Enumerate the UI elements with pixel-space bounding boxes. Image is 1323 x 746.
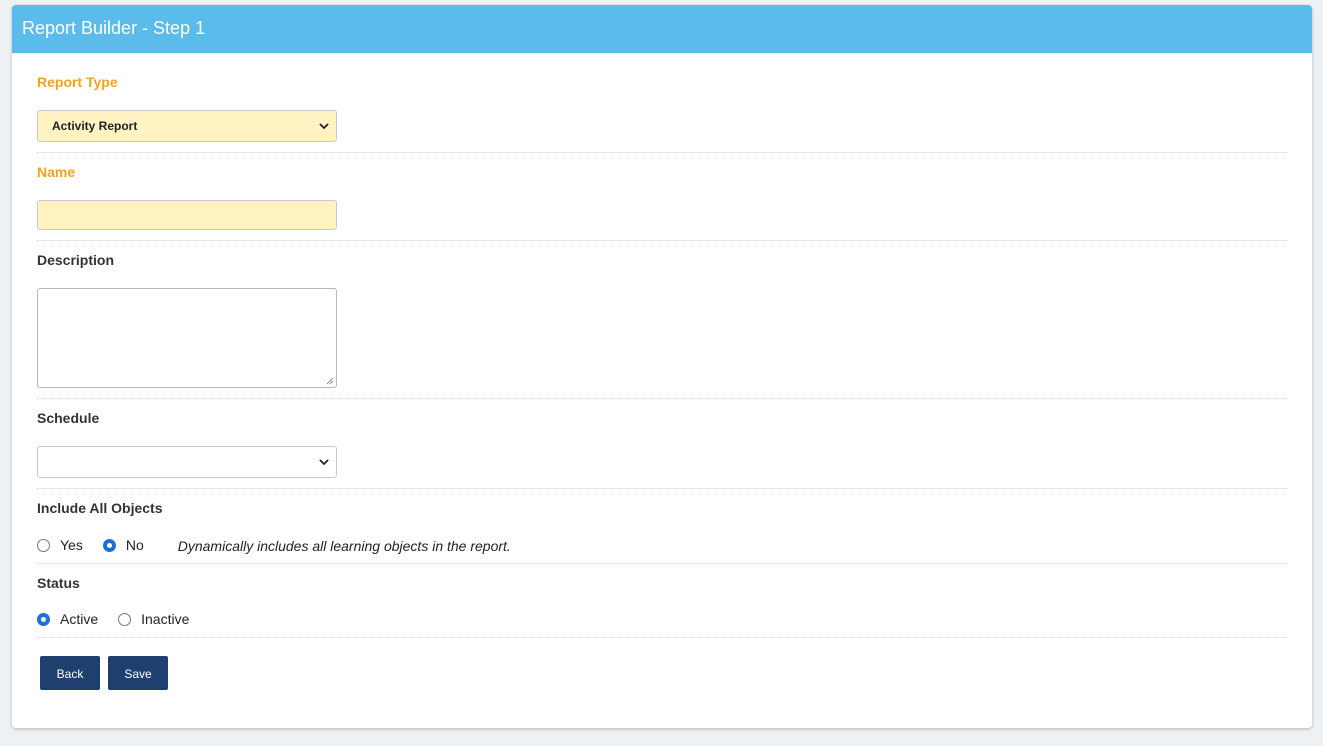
status-inactive-label[interactable]: Inactive: [141, 611, 189, 627]
status-inactive-radio[interactable]: [118, 612, 132, 626]
include-all-objects-hint: Dynamically includes all learning object…: [177, 538, 511, 554]
description-section: Description: [37, 241, 1287, 399]
description-textarea[interactable]: [37, 288, 337, 388]
back-button[interactable]: Back: [40, 656, 100, 690]
include-no-radio[interactable]: [102, 538, 116, 552]
report-builder-panel: Report Builder - Step 1 Report Type Acti…: [12, 5, 1312, 728]
status-section: Status Active Inactive: [37, 564, 1287, 638]
schedule-label: Schedule: [37, 410, 100, 426]
chevron-down-icon: [319, 123, 329, 130]
status-label: Status: [37, 575, 80, 591]
schedule-select[interactable]: [37, 446, 337, 478]
report-type-section: Report Type Activity Report: [37, 53, 1287, 153]
include-no-label[interactable]: No: [126, 537, 144, 553]
status-active-label[interactable]: Active: [60, 611, 98, 627]
include-all-objects-radios: Yes No Dynamically includes all learning…: [37, 536, 511, 554]
include-all-objects-section: Include All Objects Yes No Dynamically i…: [37, 489, 1287, 564]
schedule-section: Schedule: [37, 399, 1287, 489]
form-actions: Back Save: [37, 638, 1287, 708]
chevron-down-icon: [319, 459, 329, 466]
panel-header: Report Builder - Step 1: [12, 5, 1312, 53]
report-type-select[interactable]: Activity Report: [37, 110, 337, 142]
description-label: Description: [37, 252, 115, 268]
save-button[interactable]: Save: [108, 656, 168, 690]
name-section: Name: [37, 153, 1287, 241]
include-all-objects-label: Include All Objects: [37, 500, 163, 516]
include-yes-radio[interactable]: [37, 538, 50, 552]
report-type-label: Report Type: [37, 74, 118, 90]
name-input[interactable]: [37, 200, 337, 230]
status-active-radio[interactable]: [37, 612, 50, 626]
name-label: Name: [37, 164, 76, 180]
status-radios: Active Inactive: [37, 611, 209, 627]
include-yes-label[interactable]: Yes: [60, 537, 83, 553]
page-title: Report Builder - Step 1: [22, 18, 206, 38]
resize-grip-icon[interactable]: [326, 377, 334, 385]
report-type-value: Activity Report: [52, 119, 138, 133]
report-form: Report Type Activity Report Name Descrip…: [12, 53, 1312, 708]
